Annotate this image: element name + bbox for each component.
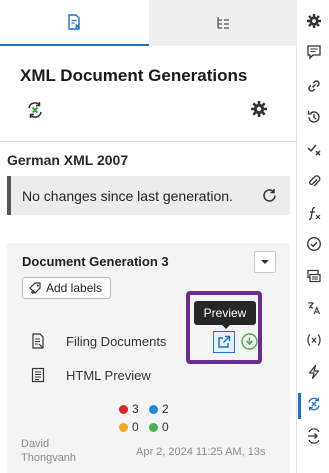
list-item-filing-documents[interactable]: Filing Documents [30,333,166,349]
red-count: 3 [132,402,139,416]
info-count: 2 [149,402,169,416]
status-notice: No changes since last generation. [7,176,290,215]
generation-date: Apr 2, 2024 11:25 AM, 13s [136,446,266,458]
add-labels-button[interactable]: Add labels [22,277,112,299]
page-title: XML Document Generations [20,66,248,85]
stack-icon[interactable] [306,268,322,284]
tab-document-generations[interactable] [0,0,149,46]
divider [0,141,297,142]
section-title: German XML 2007 [7,152,129,168]
download-circle-icon [241,333,258,350]
error-count: 3 [119,402,139,416]
tab-structure[interactable] [148,0,297,46]
green-dot-icon [149,422,158,432]
translate-icon[interactable] [306,300,322,316]
row-label: HTML Preview [66,367,151,383]
red-dot-icon [119,404,128,414]
blue-dot-icon [149,404,158,414]
download-button[interactable] [240,332,259,351]
paperclip-icon[interactable] [306,173,322,189]
tag-plus-icon [29,282,41,294]
author-name: David Thongvanh [21,438,77,464]
xml-generations-panel: XML Document Generations German XML 2007… [0,0,297,473]
refresh-icon[interactable] [261,187,278,204]
panel-tabs [0,0,297,46]
success-count: 0 [149,420,169,434]
blue-count: 2 [162,402,169,416]
warning-count: 0 [119,420,139,434]
variable-icon[interactable] [306,332,322,348]
preview-button[interactable] [213,331,235,353]
list-tree-icon [217,17,229,29]
row-label: Filing Documents [66,333,167,349]
add-labels-label: Add labels [46,281,103,295]
external-link-icon [218,335,231,348]
function-icon[interactable] [306,205,322,221]
orange-count: 0 [132,420,139,434]
link-icon[interactable] [306,78,322,94]
html-document-icon [31,367,45,383]
lightning-icon[interactable] [306,364,322,380]
list-item-html-preview[interactable]: HTML Preview [30,367,151,383]
comment-icon[interactable] [306,44,322,60]
gear-icon[interactable] [250,100,268,118]
active-rail-indicator [298,393,301,419]
generation-title: Document Generation 3 [22,254,169,269]
green-count: 0 [162,420,169,434]
expand-button[interactable] [254,251,276,273]
sync-x-icon[interactable] [306,396,322,412]
history-icon[interactable] [306,109,322,125]
notice-text: No changes since last generation. [22,187,233,204]
tooltip-arrow [221,324,231,329]
sync-status-icon [28,102,42,118]
check-circle-icon[interactable] [306,236,322,252]
orange-dot-icon [119,422,128,432]
gear-icon[interactable] [306,13,322,29]
filing-document-icon [32,333,44,349]
chevron-down-icon [261,260,269,264]
preview-tooltip: Preview [194,301,256,325]
document-x-icon [68,14,80,30]
sign-in-icon[interactable] [306,428,322,444]
check-x-icon[interactable] [306,141,322,157]
